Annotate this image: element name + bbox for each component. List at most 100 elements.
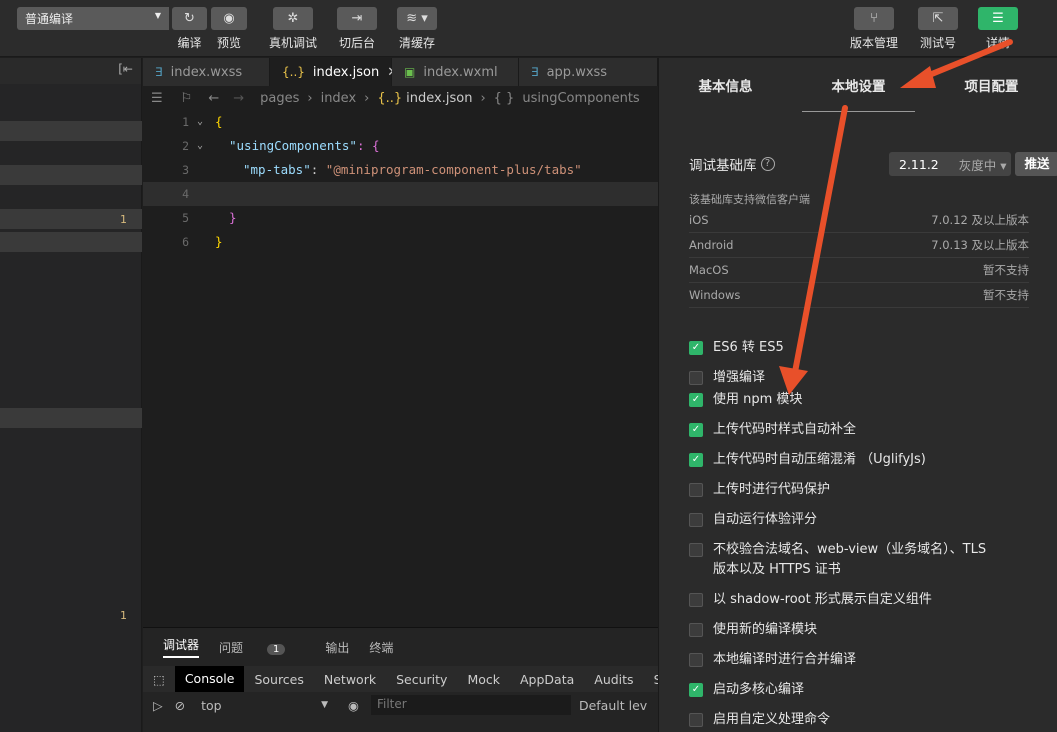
clear-cache-button[interactable]: ≋ ▾ — [397, 7, 437, 30]
tree-row[interactable] — [0, 165, 142, 185]
tree-row[interactable] — [0, 408, 142, 428]
tab-app-wxss[interactable]: ∃ app.wxss — [519, 58, 658, 86]
option-label: 上传代码时自动压缩混淆 （UglifyJs) — [713, 452, 926, 467]
tab-problems[interactable]: 问题 1 — [219, 639, 305, 656]
checkbox-unchecked[interactable] — [689, 713, 703, 727]
tab-audits[interactable]: Audits — [584, 672, 643, 687]
checkbox-checked[interactable]: ✓ — [689, 423, 703, 437]
tab-network[interactable]: Network — [314, 672, 386, 687]
checkbox-unchecked[interactable] — [689, 593, 703, 607]
tab-security[interactable]: Security — [386, 672, 457, 687]
push-button[interactable]: 推送 — [1015, 152, 1057, 176]
filter-input[interactable]: Filter — [370, 695, 571, 715]
share-icon: ⇱ — [932, 11, 944, 26]
option-npm[interactable]: ✓ 使用 npm 模块 — [689, 390, 1029, 410]
option-new-compiler[interactable]: 使用新的编译模块 — [689, 620, 1029, 640]
preview-button[interactable]: ◉ — [211, 7, 247, 30]
platform-value: 暂不支持 — [983, 288, 1029, 302]
option-label: 上传时进行代码保护 — [713, 482, 831, 497]
breadcrumb-file[interactable]: index.json — [406, 91, 472, 106]
fold-icon[interactable]: ⌄ — [197, 110, 203, 134]
devtools-tabs: ⬚ Console Sources Network Security Mock … — [143, 666, 662, 692]
file-tree-header: [⇤ — [0, 58, 141, 84]
breadcrumb-index[interactable]: index — [321, 91, 357, 106]
collapse-sidebar-icon[interactable]: [⇤ — [118, 62, 133, 76]
checkbox-unchecked[interactable] — [689, 483, 703, 497]
help-icon[interactable]: ? — [760, 157, 775, 171]
code-editor[interactable]: 1 ⌄ { 2 ⌄ "usingComponents": { 3 "mp-tab… — [143, 110, 658, 626]
option-auto-audit[interactable]: 自动运行体验评分 — [689, 510, 1029, 530]
checkbox-checked[interactable]: ✓ — [689, 393, 703, 407]
option-skip-domain-check[interactable]: 不校验合法域名、web-view（业务域名）、TLS 版本以及 HTTPS 证书 — [689, 540, 999, 580]
remote-debug-button[interactable]: ✲ — [273, 7, 313, 30]
option-label: 自动运行体验评分 — [713, 512, 818, 527]
tab-output[interactable]: 输出 — [325, 639, 349, 656]
checkbox-unchecked[interactable] — [689, 653, 703, 667]
tab-index-json[interactable]: {..} index.json ✕ — [270, 58, 398, 86]
context-select[interactable]: top — [201, 698, 321, 713]
forward-icon[interactable]: → — [233, 91, 244, 106]
code-line: 2 ⌄ "usingComponents": { — [143, 134, 658, 158]
details-button[interactable]: ☰ — [978, 7, 1018, 30]
version-select[interactable]: 2.11.2 灰度中 ▾ — [889, 152, 1011, 176]
tree-row[interactable] — [0, 232, 142, 252]
option-code-protect[interactable]: 上传时进行代码保护 — [689, 480, 1029, 500]
tab-local-settings[interactable]: 本地设置 — [792, 58, 925, 112]
wxml-icon: ▣ — [404, 65, 416, 79]
tab-appdata[interactable]: AppData — [510, 672, 584, 687]
option-label: 上传代码时样式自动补全 — [713, 422, 857, 437]
tab-project-config[interactable]: 项目配置 — [925, 58, 1057, 112]
tab-mock[interactable]: Mock — [457, 672, 510, 687]
tab-console[interactable]: Console — [174, 666, 245, 692]
clear-cache-label: 清缓存 — [398, 36, 435, 50]
code-line: 3 "mp-tabs": "@miniprogram-component-plu… — [143, 158, 658, 182]
back-icon[interactable]: ← — [208, 91, 219, 106]
checkbox-checked[interactable]: ✓ — [689, 683, 703, 697]
tab-label: index.wxml — [423, 64, 498, 80]
sidebar-toggle-icon[interactable]: ▷ — [153, 698, 163, 713]
compile-mode-select[interactable]: 普通编译 ▼ — [17, 7, 169, 30]
option-enhanced-compile[interactable]: 增强编译 — [689, 368, 1029, 388]
option-shadow-root[interactable]: 以 shadow-root 形式展示自定义组件 — [689, 590, 1029, 610]
eye-icon[interactable]: ◉ — [348, 698, 359, 713]
background-button[interactable]: ⇥ — [337, 7, 377, 30]
checkbox-checked[interactable]: ✓ — [689, 453, 703, 467]
option-es6[interactable]: ✓ ES6 转 ES5 — [689, 338, 1029, 358]
tab-debugger[interactable]: 调试器 — [163, 636, 200, 658]
option-multi-core[interactable]: ✓ 启动多核心编译 — [689, 680, 1029, 700]
clear-console-icon[interactable]: ⊘ — [175, 698, 185, 713]
checkbox-unchecked[interactable] — [689, 513, 703, 527]
version-button[interactable]: ⑂ — [854, 7, 894, 30]
option-merge-compile[interactable]: 本地编译时进行合并编译 — [689, 650, 1029, 670]
tab-basic-info[interactable]: 基本信息 — [659, 58, 792, 112]
option-minify[interactable]: ✓ 上传代码时自动压缩混淆 （UglifyJs) — [689, 450, 1029, 470]
fold-icon[interactable]: ⌄ — [197, 134, 203, 158]
tab-label: index.wxss — [170, 64, 243, 80]
breadcrumb-symbol[interactable]: usingComponents — [522, 91, 639, 106]
tab-index-wxss[interactable]: ∃ index.wxss — [143, 58, 270, 86]
remote-debug-label: 真机调试 — [268, 36, 317, 50]
breadcrumb-pages[interactable]: pages — [260, 91, 299, 106]
option-style-autocomplete[interactable]: ✓ 上传代码时样式自动补全 — [689, 420, 1029, 440]
tab-terminal[interactable]: 终端 — [369, 639, 393, 656]
compile-button[interactable]: ↻ — [172, 7, 207, 30]
platform-value: 暂不支持 — [983, 263, 1029, 277]
log-levels-select[interactable]: Default lev — [579, 698, 647, 713]
inspect-icon[interactable]: ⬚ — [143, 672, 175, 687]
test-account-button[interactable]: ⇱ — [918, 7, 958, 30]
platform-value: 7.0.12 及以上版本 — [931, 213, 1029, 227]
chevron-right-icon: › — [364, 90, 370, 106]
checkbox-unchecked[interactable] — [689, 623, 703, 637]
checkbox-unchecked[interactable] — [689, 543, 703, 557]
list-icon[interactable]: ☰ — [151, 91, 163, 106]
line-number: 4 — [182, 187, 189, 201]
checkbox-checked[interactable]: ✓ — [689, 341, 703, 355]
tab-sources[interactable]: Sources — [244, 672, 313, 687]
option-custom-command[interactable]: 启用自定义处理命令 — [689, 710, 1029, 730]
bookmark-icon[interactable]: ⚐ — [181, 91, 193, 106]
console-toolbar: ▷ ⊘ top ▼ ◉ Filter Default lev — [143, 692, 658, 718]
tab-index-wxml[interactable]: ▣ index.wxml — [392, 58, 519, 86]
checkbox-unchecked[interactable] — [689, 371, 703, 385]
tree-row[interactable] — [0, 121, 142, 141]
chevron-right-icon: › — [307, 90, 313, 106]
